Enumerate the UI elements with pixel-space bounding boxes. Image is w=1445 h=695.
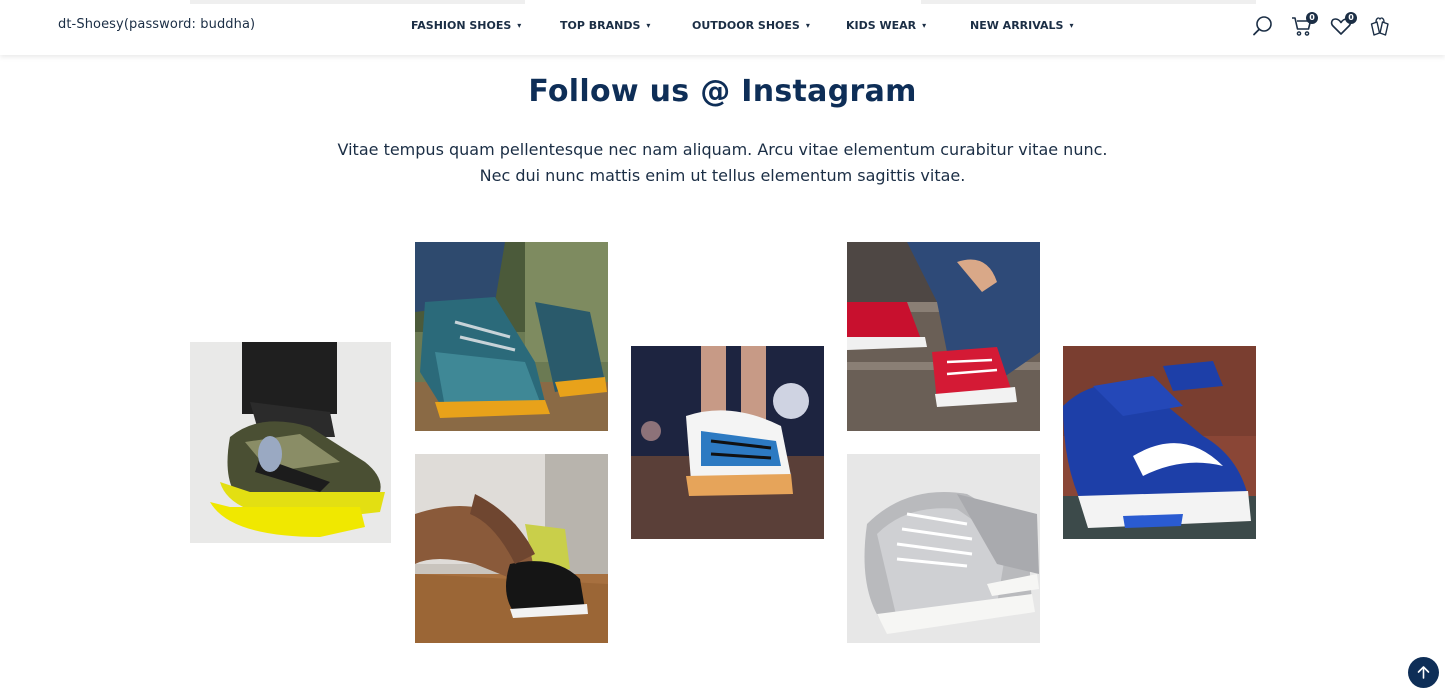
arrow-up-icon bbox=[1417, 666, 1430, 679]
cart-icon[interactable]: 0 bbox=[1290, 12, 1318, 38]
instagram-photo-running-shoe[interactable] bbox=[631, 346, 824, 539]
caret-down-icon: ▾ bbox=[517, 21, 522, 30]
back-to-top-button[interactable] bbox=[1408, 657, 1439, 688]
nav-label: TOP BRANDS bbox=[560, 19, 641, 32]
nav-label: KIDS WEAR bbox=[846, 19, 917, 32]
description-line: Nec dui nunc mattis enim ut tellus eleme… bbox=[479, 166, 966, 185]
header-divider bbox=[190, 0, 525, 4]
instagram-photo-red-sneakers[interactable] bbox=[847, 242, 1040, 431]
nav-new-arrivals[interactable]: NEW ARRIVALS ▾ bbox=[970, 19, 1073, 32]
instagram-photo-blue-sneakers[interactable] bbox=[1063, 346, 1256, 539]
caret-down-icon: ▾ bbox=[805, 21, 810, 30]
nav-top-brands[interactable]: TOP BRANDS ▾ bbox=[560, 19, 650, 32]
site-header: dt-Shoesy(password: buddha) FASHION SHOE… bbox=[0, 0, 1445, 55]
section-description: Vitae tempus quam pellentesque nec nam a… bbox=[0, 137, 1445, 189]
nav-kids-wear[interactable]: KIDS WEAR ▾ bbox=[846, 19, 926, 32]
wishlist-count-badge: 0 bbox=[1345, 12, 1357, 24]
nav-outdoor-shoes[interactable]: OUTDOOR SHOES ▾ bbox=[692, 19, 810, 32]
heart-icon[interactable]: 0 bbox=[1329, 12, 1357, 38]
instagram-photo-tying-shoelace[interactable] bbox=[415, 454, 608, 643]
nav-fashion-shoes[interactable]: FASHION SHOES ▾ bbox=[411, 19, 521, 32]
cart-count-badge: 0 bbox=[1306, 12, 1318, 24]
caret-down-icon: ▾ bbox=[646, 21, 651, 30]
instagram-photo-hiking-boots[interactable] bbox=[415, 242, 608, 431]
caret-down-icon: ▾ bbox=[1069, 21, 1074, 30]
nav-label: FASHION SHOES bbox=[411, 19, 512, 32]
section-title: Follow us @ Instagram bbox=[528, 74, 917, 109]
instagram-photo-silver-sneakers[interactable] bbox=[847, 454, 1040, 643]
instagram-photo-yellow-sneakers[interactable] bbox=[190, 342, 391, 543]
nav-label: NEW ARRIVALS bbox=[970, 19, 1064, 32]
compare-icon[interactable] bbox=[1368, 14, 1392, 38]
search-icon[interactable] bbox=[1251, 14, 1275, 38]
caret-down-icon: ▾ bbox=[922, 21, 927, 30]
site-brand[interactable]: dt-Shoesy(password: buddha) bbox=[58, 17, 255, 32]
description-line: Vitae tempus quam pellentesque nec nam a… bbox=[337, 140, 1108, 159]
nav-label: OUTDOOR SHOES bbox=[692, 19, 800, 32]
header-divider bbox=[921, 0, 1256, 4]
